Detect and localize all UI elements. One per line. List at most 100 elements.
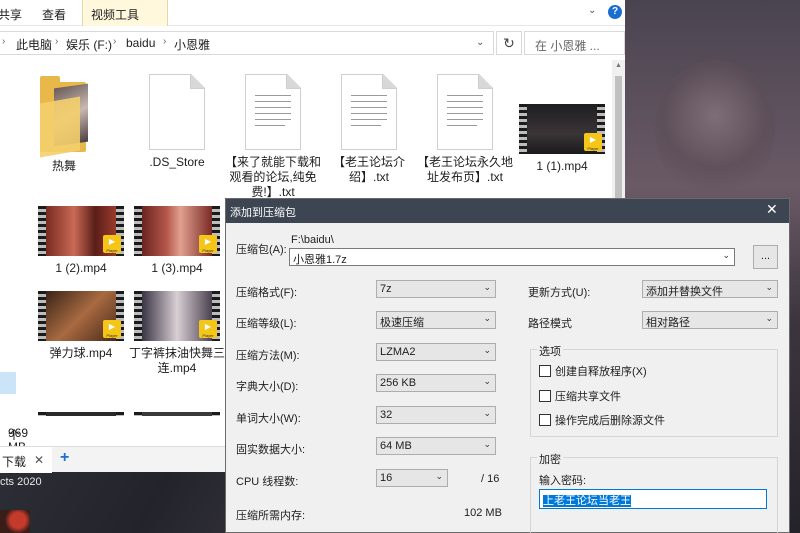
dictionary-value: 256 KB <box>380 377 417 389</box>
solid-block-label: 固实数据大小: <box>236 444 306 456</box>
address-dropdown-icon[interactable]: ⌄ <box>476 37 484 48</box>
status-text: 个项目 969 MB <box>4 423 28 476</box>
tab-label: 下载 <box>2 455 27 469</box>
video-item[interactable]: ▶ Player 1 (2).mp4 <box>33 206 129 276</box>
video-item[interactable]: ▶ Player 丁字裤抹油快舞三连.mp4 <box>129 291 225 376</box>
breadcrumb-drive[interactable]: 娱乐 (F:) <box>66 36 112 53</box>
refresh-button[interactable]: ↻ <box>496 31 522 55</box>
breadcrumb-separator-icon: › <box>163 36 167 47</box>
video-thumbnail: ▶ Player <box>38 206 124 256</box>
breadcrumb-this-pc[interactable]: 此电脑 <box>16 36 52 53</box>
dialog-title: 添加到压缩包 <box>230 207 296 219</box>
browse-button[interactable]: ... <box>753 245 778 269</box>
video-thumbnail: ▶ Player <box>519 104 605 154</box>
navigation-pane[interactable] <box>0 60 16 420</box>
level-value: 极速压缩 <box>380 317 424 329</box>
dialog-titlebar[interactable]: 添加到压缩包 ✕ <box>226 199 789 223</box>
format-select[interactable]: 7z ⌄ <box>376 280 496 298</box>
threads-select[interactable]: 16 ⌄ <box>376 469 448 487</box>
close-tab-icon[interactable]: ✕ <box>34 453 44 467</box>
compress-shared-label: 压缩共享文件 <box>555 391 621 403</box>
word-size-select[interactable]: 32 ⌄ <box>376 406 496 424</box>
text-file-icon <box>341 74 397 150</box>
file-item[interactable]: 【来了就能下载和观看的论坛,纯免费!】.txt <box>225 74 321 200</box>
update-mode-select[interactable]: 添加并替换文件 ⌄ <box>642 280 778 298</box>
file-item[interactable]: 【老王论坛永久地址发布页】.txt <box>417 74 513 185</box>
delete-after-checkbox[interactable]: 操作完成后删除源文件 <box>539 412 665 428</box>
chevron-down-icon[interactable]: ⌄ <box>765 282 773 293</box>
threads-value: 16 <box>380 472 393 484</box>
file-name: 热舞 <box>51 159 76 173</box>
video-item[interactable]: ▶ Player 1 (3).mp4 <box>129 206 225 276</box>
chevron-down-icon[interactable]: ⌄ <box>483 376 491 387</box>
search-placeholder: 在 小恩雅 ... <box>535 39 600 53</box>
tab-share[interactable]: 共享 <box>0 6 22 23</box>
file-name: 弹力球.mp4 <box>49 346 113 360</box>
create-sfx-label: 创建自释放程序(X) <box>555 366 647 378</box>
path-mode-value: 相对路径 <box>646 317 690 329</box>
archive-label: 压缩包(A): <box>236 244 287 256</box>
nav-selected-item[interactable] <box>0 372 16 394</box>
level-select[interactable]: 极速压缩 ⌄ <box>376 311 496 329</box>
player-badge-icon: ▶ Player <box>103 320 121 338</box>
solid-block-select[interactable]: 64 MB ⌄ <box>376 437 496 455</box>
dictionary-select[interactable]: 256 KB ⌄ <box>376 374 496 392</box>
game-app-icon[interactable] <box>0 510 30 533</box>
file-name: 【来了就能下载和观看的论坛,纯免费!】.txt <box>225 155 322 199</box>
password-input[interactable]: 上老王论坛当老王 <box>539 489 767 509</box>
scroll-up-icon[interactable]: ▲ <box>615 62 622 69</box>
ribbon-expand-chevron-icon[interactable]: ⌄ <box>588 5 600 17</box>
chevron-down-icon[interactable]: ⌄ <box>435 471 443 482</box>
chevron-down-icon[interactable]: ⌄ <box>483 282 491 293</box>
method-value: LZMA2 <box>380 346 416 358</box>
breadcrumb-current-folder[interactable]: 小恩雅 <box>174 36 210 53</box>
new-tab-icon[interactable]: + <box>60 449 69 467</box>
method-select[interactable]: LZMA2 ⌄ <box>376 343 496 361</box>
video-thumbnail: ▶ Player <box>134 291 220 341</box>
chevron-down-icon[interactable]: ⌄ <box>765 313 773 324</box>
desktop-item-label: cts 2020 <box>0 476 42 488</box>
chevron-down-icon[interactable]: ⌄ <box>483 408 491 419</box>
file-name: 1 (1).mp4 <box>536 159 588 173</box>
chevron-down-icon[interactable]: ⌄ <box>483 313 491 324</box>
file-item[interactable]: .DS_Store <box>129 74 225 170</box>
tab-downloads[interactable]: 下载 <box>0 447 52 473</box>
help-icon[interactable]: ? <box>608 5 622 19</box>
format-label: 压缩格式(F): <box>236 287 298 299</box>
file-name: 1 (3).mp4 <box>151 261 203 275</box>
address-bar[interactable]: › 此电脑 › 娱乐 (F:) › baidu › 小恩雅 ⌄ <box>0 31 494 55</box>
video-item[interactable] <box>129 412 225 416</box>
player-badge-icon: ▶ Player <box>584 133 602 151</box>
tab-video-tools[interactable]: 视频工具 <box>82 0 168 26</box>
tab-view[interactable]: 查看 <box>42 6 66 23</box>
compress-shared-checkbox[interactable]: 压缩共享文件 <box>539 388 621 404</box>
chevron-down-icon[interactable]: ⌄ <box>483 345 491 356</box>
search-input[interactable]: 在 小恩雅 ... <box>524 31 625 55</box>
breadcrumb-baidu[interactable]: baidu <box>126 36 155 50</box>
file-name: .DS_Store <box>149 155 205 169</box>
folder-item[interactable]: 热舞 <box>16 76 112 174</box>
video-item[interactable] <box>33 412 129 416</box>
encryption-group: 加密 输入密码: 上老王论坛当老王 <box>530 451 778 533</box>
create-sfx-checkbox[interactable]: 创建自释放程序(X) <box>539 363 647 379</box>
checkbox-icon[interactable] <box>539 414 551 426</box>
file-item[interactable]: 【老王论坛介绍】.txt <box>321 74 417 185</box>
threads-label: CPU 线程数: <box>236 476 299 488</box>
path-mode-select[interactable]: 相对路径 ⌄ <box>642 311 778 329</box>
checkbox-icon[interactable] <box>539 390 551 402</box>
video-item[interactable]: ▶ Player 1 (1).mp4 <box>514 104 610 174</box>
file-name: 【老王论坛永久地址发布页】.txt <box>417 155 514 184</box>
video-item[interactable]: ▶ Player 弹力球.mp4 <box>33 291 129 361</box>
chevron-down-icon[interactable]: ⌄ <box>483 439 491 450</box>
close-icon[interactable]: ✕ <box>766 201 778 218</box>
options-group: 选项 创建自释放程序(X) 压缩共享文件 操作完成后删除源文件 <box>530 343 778 437</box>
archive-name-combo[interactable]: 小恩雅1.7z ⌄ <box>289 248 735 266</box>
memory-value: 102 MB <box>464 507 502 519</box>
dictionary-label: 字典大小(D): <box>236 381 299 393</box>
archive-name-value: 小恩雅1.7z <box>293 254 347 266</box>
chevron-down-icon[interactable]: ⌄ <box>722 250 730 261</box>
password-value: 上老王论坛当老王 <box>543 495 631 507</box>
folder-icon <box>40 76 88 158</box>
checkbox-icon[interactable] <box>539 365 551 377</box>
video-thumbnail: ▶ Player <box>134 206 220 256</box>
